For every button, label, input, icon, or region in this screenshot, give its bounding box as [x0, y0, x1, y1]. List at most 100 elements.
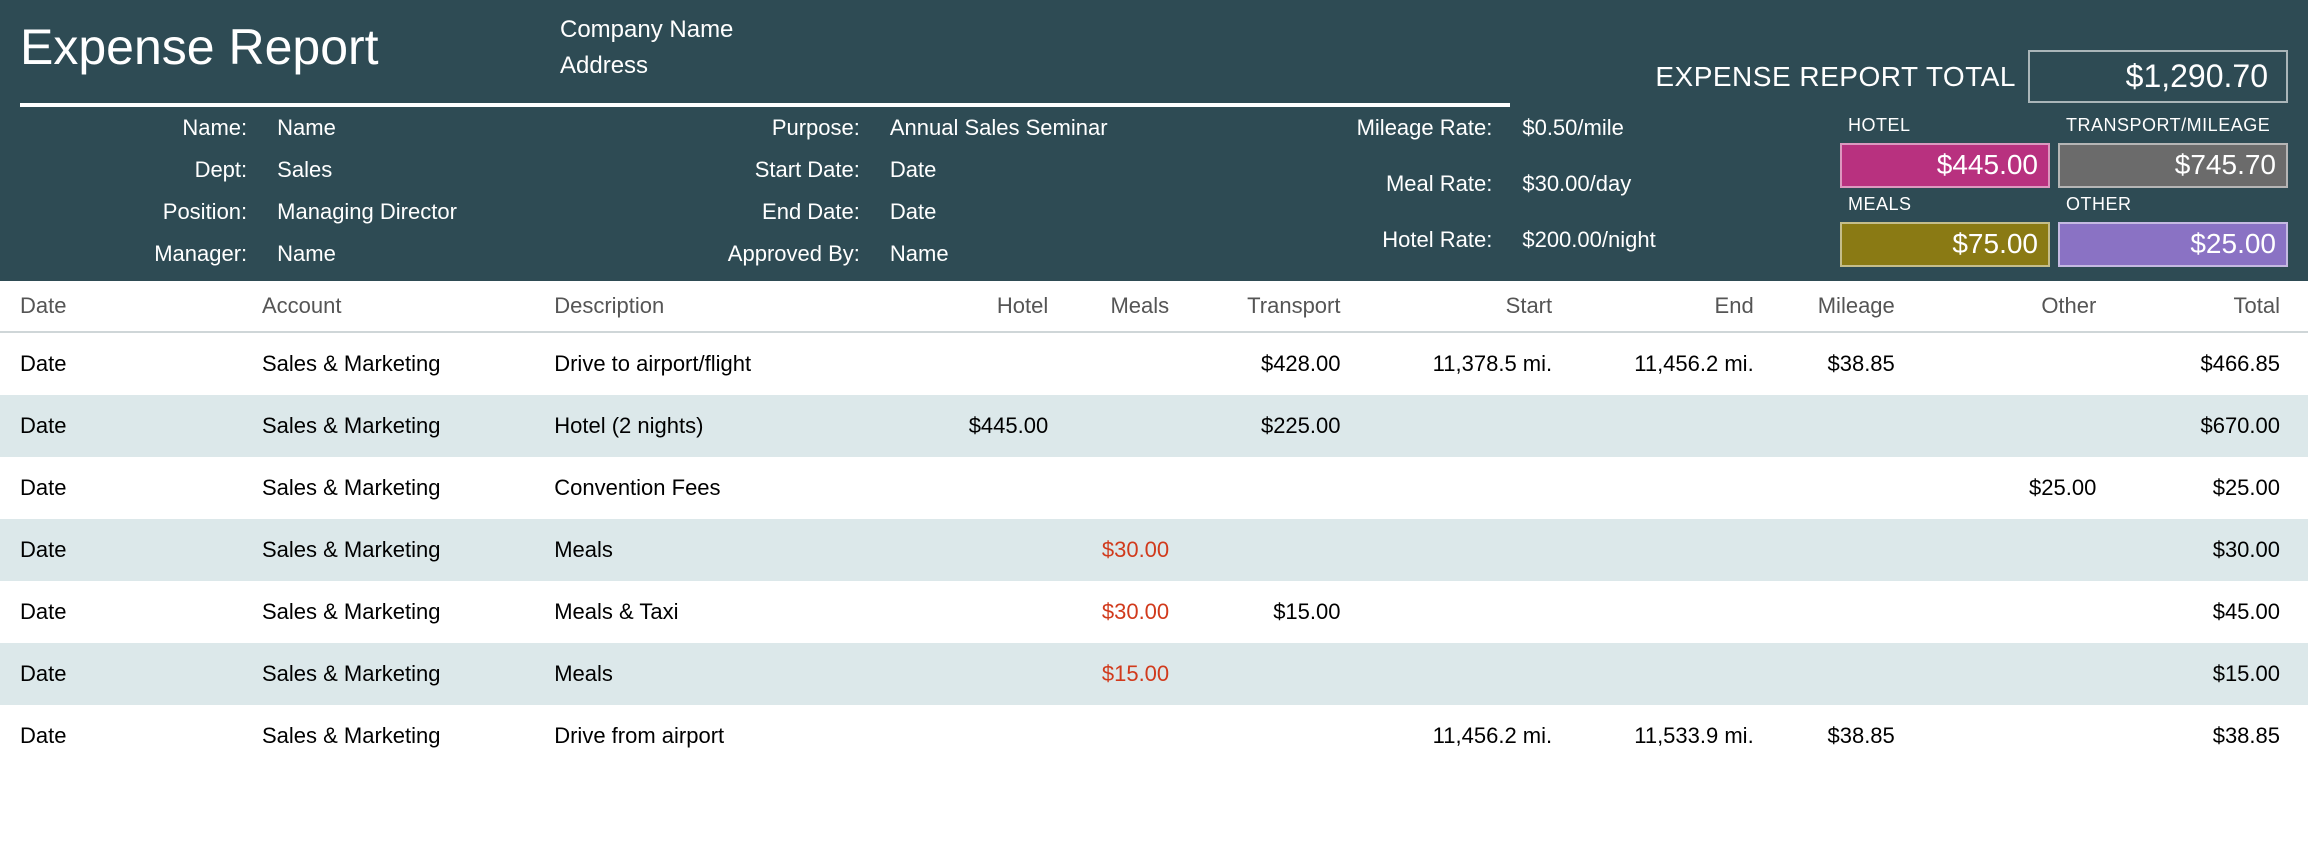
col-total: Total: [2106, 281, 2308, 332]
cell: 11,533.9 mi.: [1562, 705, 1764, 767]
grand-total: EXPENSE REPORT TOTAL $1,290.70: [1655, 50, 2288, 103]
cell: Convention Fees: [544, 457, 897, 519]
cell: Date: [0, 705, 252, 767]
value-mileage-rate: $0.50/mile: [1522, 115, 1710, 155]
value-end: Date: [890, 199, 1344, 225]
cell: [1350, 581, 1562, 643]
label-hotel-rate: Hotel Rate:: [1344, 227, 1492, 267]
table-row: DateSales & MarketingMeals$15.00$15.00: [0, 643, 2308, 705]
cat-hotel-value: $445.00: [1840, 143, 2050, 188]
label-purpose: Purpose:: [554, 115, 860, 141]
cell: [1179, 519, 1350, 581]
cell: [1764, 395, 1905, 457]
cell: Drive to airport/flight: [544, 332, 897, 395]
table-row: DateSales & MarketingMeals$30.00$30.00: [0, 519, 2308, 581]
cell: Sales & Marketing: [252, 332, 544, 395]
cell: [1350, 457, 1562, 519]
cell: Date: [0, 395, 252, 457]
label-name: Name:: [20, 115, 247, 141]
cell: [1562, 395, 1764, 457]
label-start: Start Date:: [554, 157, 860, 183]
label-approved: Approved By:: [554, 241, 860, 267]
cell: [1905, 395, 2107, 457]
cell: [1350, 643, 1562, 705]
cell: [1562, 643, 1764, 705]
value-position: Managing Director: [277, 199, 554, 225]
table-row: DateSales & MarketingDrive from airport1…: [0, 705, 2308, 767]
cell: [1350, 395, 1562, 457]
cat-trans-value: $745.70: [2058, 143, 2288, 188]
cell: [897, 705, 1058, 767]
cell: 11,456.2 mi.: [1562, 332, 1764, 395]
cell: [1764, 581, 1905, 643]
cell: Date: [0, 457, 252, 519]
cell: Meals: [544, 643, 897, 705]
cell: Date: [0, 643, 252, 705]
cell: [1764, 643, 1905, 705]
cell: $15.00: [1058, 643, 1179, 705]
value-start: Date: [890, 157, 1344, 183]
col-account: Account: [252, 281, 544, 332]
cell: [1179, 457, 1350, 519]
cat-trans-label: TRANSPORT/MILEAGE: [2058, 115, 2288, 137]
cell: $38.85: [1764, 332, 1905, 395]
label-end: End Date:: [554, 199, 860, 225]
cell: Meals: [544, 519, 897, 581]
cell: [897, 581, 1058, 643]
col-date: Date: [0, 281, 252, 332]
cell: Meals & Taxi: [544, 581, 897, 643]
value-hotel-rate: $200.00/night: [1522, 227, 1710, 267]
cell: [1905, 519, 2107, 581]
cell: [1058, 395, 1179, 457]
label-dept: Dept:: [20, 157, 247, 183]
label-manager: Manager:: [20, 241, 247, 267]
col-hotel: Hotel: [897, 281, 1058, 332]
cat-hotel-label: HOTEL: [1840, 115, 2050, 137]
cell: $30.00: [2106, 519, 2308, 581]
company-block: Company Name Address: [560, 6, 1655, 84]
expense-table: Date Account Description Hotel Meals Tra…: [0, 281, 2308, 767]
cell: Sales & Marketing: [252, 705, 544, 767]
cat-meals-label: MEALS: [1840, 194, 2050, 216]
cell: [897, 519, 1058, 581]
cell: Date: [0, 332, 252, 395]
label-meal-rate: Meal Rate:: [1344, 171, 1492, 211]
cell: [1179, 705, 1350, 767]
company-address: Address: [560, 48, 1655, 84]
cell: Sales & Marketing: [252, 581, 544, 643]
cell: $428.00: [1179, 332, 1350, 395]
value-dept: Sales: [277, 157, 554, 183]
cell: [1905, 581, 2107, 643]
cell: 11,456.2 mi.: [1350, 705, 1562, 767]
cell: Date: [0, 581, 252, 643]
report-header: Expense Report Company Name Address EXPE…: [0, 0, 2308, 281]
cell: Sales & Marketing: [252, 395, 544, 457]
grand-total-label: EXPENSE REPORT TOTAL: [1655, 61, 2016, 93]
cell: [1179, 643, 1350, 705]
cell: [1350, 519, 1562, 581]
company-name: Company Name: [560, 12, 1655, 48]
cell: $225.00: [1179, 395, 1350, 457]
cell: $25.00: [2106, 457, 2308, 519]
label-mileage-rate: Mileage Rate:: [1344, 115, 1492, 155]
col-description: Description: [544, 281, 897, 332]
cell: [1058, 457, 1179, 519]
cell: Hotel (2 nights): [544, 395, 897, 457]
grand-total-value: $1,290.70: [2028, 50, 2288, 103]
col-end: End: [1562, 281, 1764, 332]
label-position: Position:: [20, 199, 247, 225]
cell: Date: [0, 519, 252, 581]
value-name: Name: [277, 115, 554, 141]
cell: $30.00: [1058, 519, 1179, 581]
value-meal-rate: $30.00/day: [1522, 171, 1710, 211]
cat-meals-value: $75.00: [1840, 222, 2050, 267]
col-mileage: Mileage: [1764, 281, 1905, 332]
table-row: DateSales & MarketingConvention Fees$25.…: [0, 457, 2308, 519]
report-title: Expense Report: [20, 6, 560, 76]
table-header-row: Date Account Description Hotel Meals Tra…: [0, 281, 2308, 332]
cell: [897, 643, 1058, 705]
cat-other-label: OTHER: [2058, 194, 2288, 216]
cell: [1058, 705, 1179, 767]
col-transport: Transport: [1179, 281, 1350, 332]
cell: Sales & Marketing: [252, 643, 544, 705]
